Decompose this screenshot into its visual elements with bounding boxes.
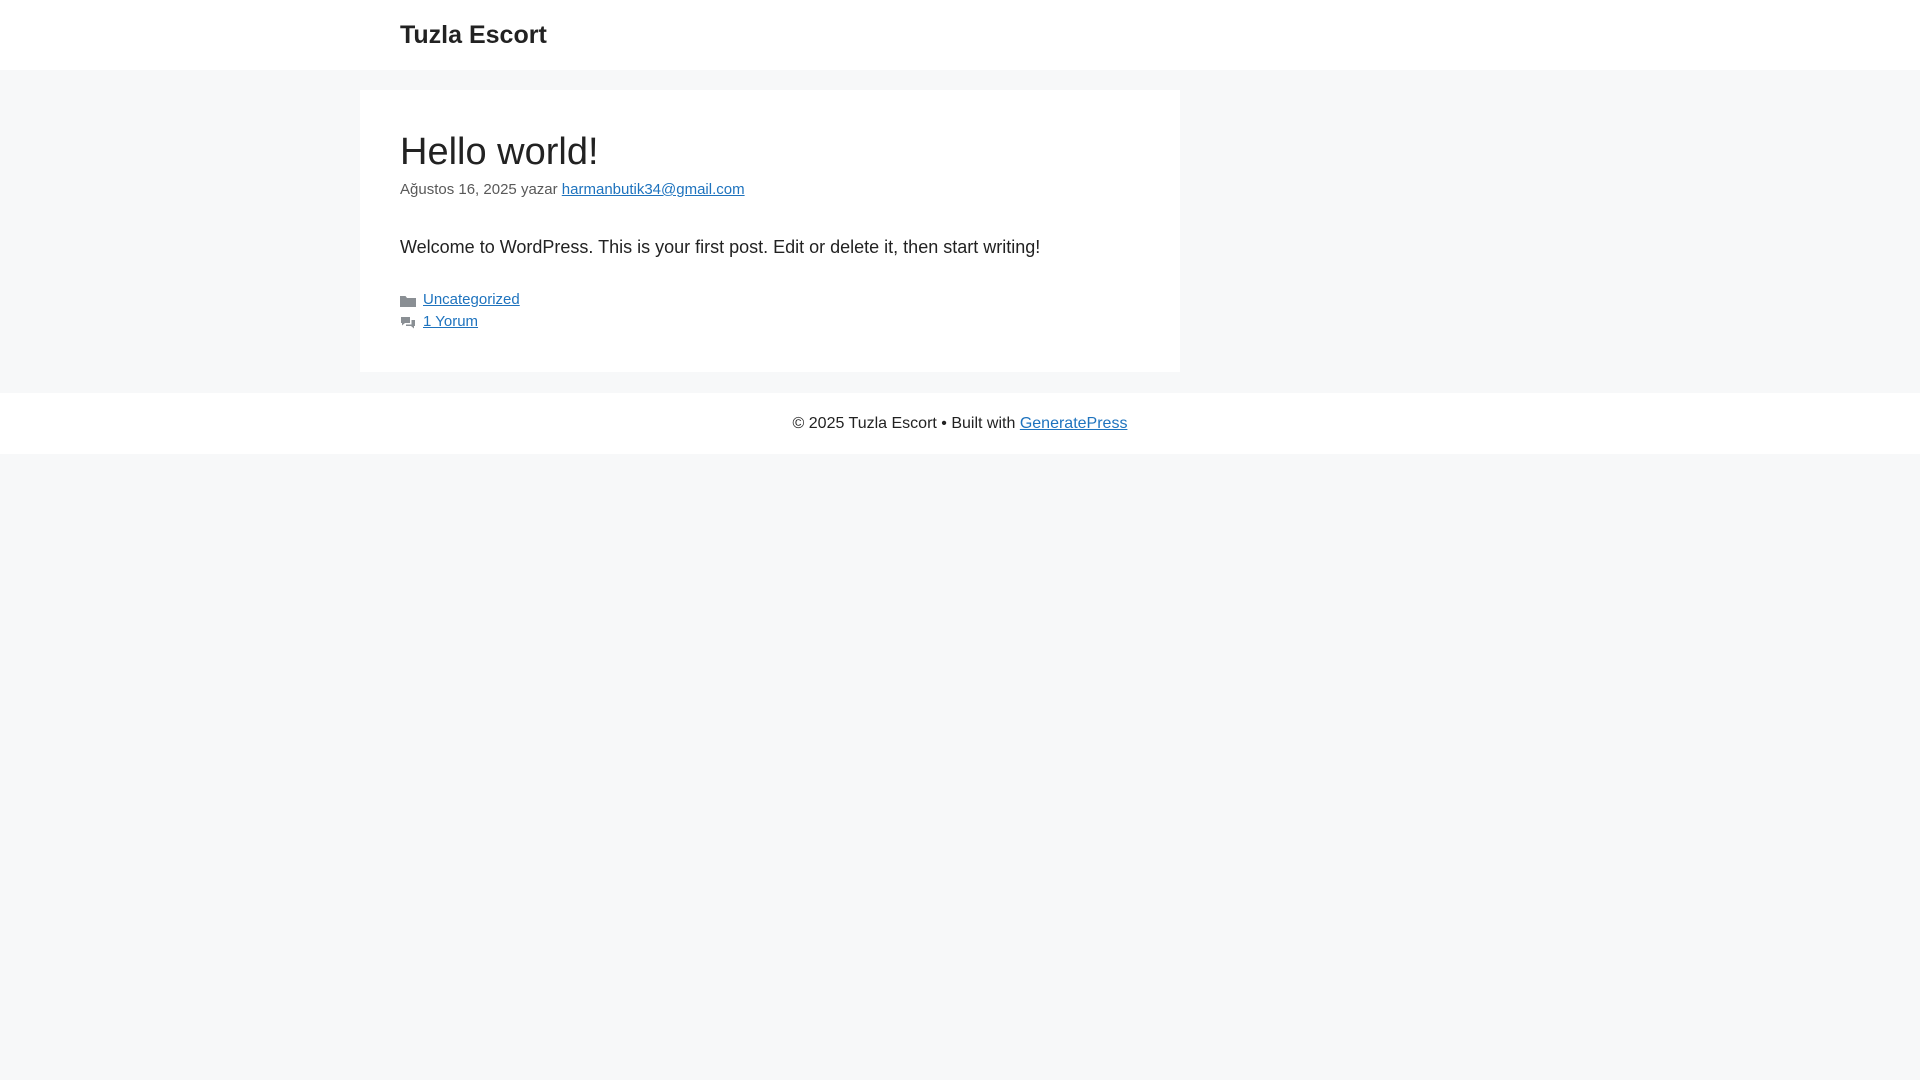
post-date: Ağustos 16, 2025	[400, 181, 517, 198]
post-footer: Uncategorized 1 Yorum	[400, 289, 520, 333]
footer-copyright: © 2025 Tuzla Escort • Built with	[792, 415, 1016, 432]
post-comments-row: 1 Yorum	[400, 311, 520, 333]
post-content: Welcome to WordPress. This is your first…	[400, 237, 1041, 257]
post-comments-link[interactable]: 1 Yorum	[423, 311, 478, 333]
post-byline-label: yazar	[520, 181, 558, 198]
site-footer: © 2025 Tuzla Escort • Built with Generat…	[0, 393, 1920, 454]
generatepress-link[interactable]: GeneratePress	[1020, 415, 1128, 432]
site-header: Tuzla Escort	[0, 0, 1920, 70]
site-title-link[interactable]: Tuzla Escort	[400, 18, 547, 52]
comments-icon	[400, 315, 416, 329]
footer-credit: © 2025 Tuzla Escort • Built with Generat…	[0, 413, 1920, 435]
folder-icon	[400, 293, 416, 307]
post-category-link[interactable]: Uncategorized	[423, 289, 520, 311]
post-meta: Ağustos 16, 2025 yazar harmanbutik34@gma…	[400, 180, 745, 200]
post-title: Hello world!	[400, 131, 599, 173]
post-article: Hello world! Ağustos 16, 2025 yazar harm…	[360, 90, 1180, 372]
post-category-row: Uncategorized	[400, 289, 520, 311]
post-author-link[interactable]: harmanbutik34@gmail.com	[562, 181, 745, 198]
